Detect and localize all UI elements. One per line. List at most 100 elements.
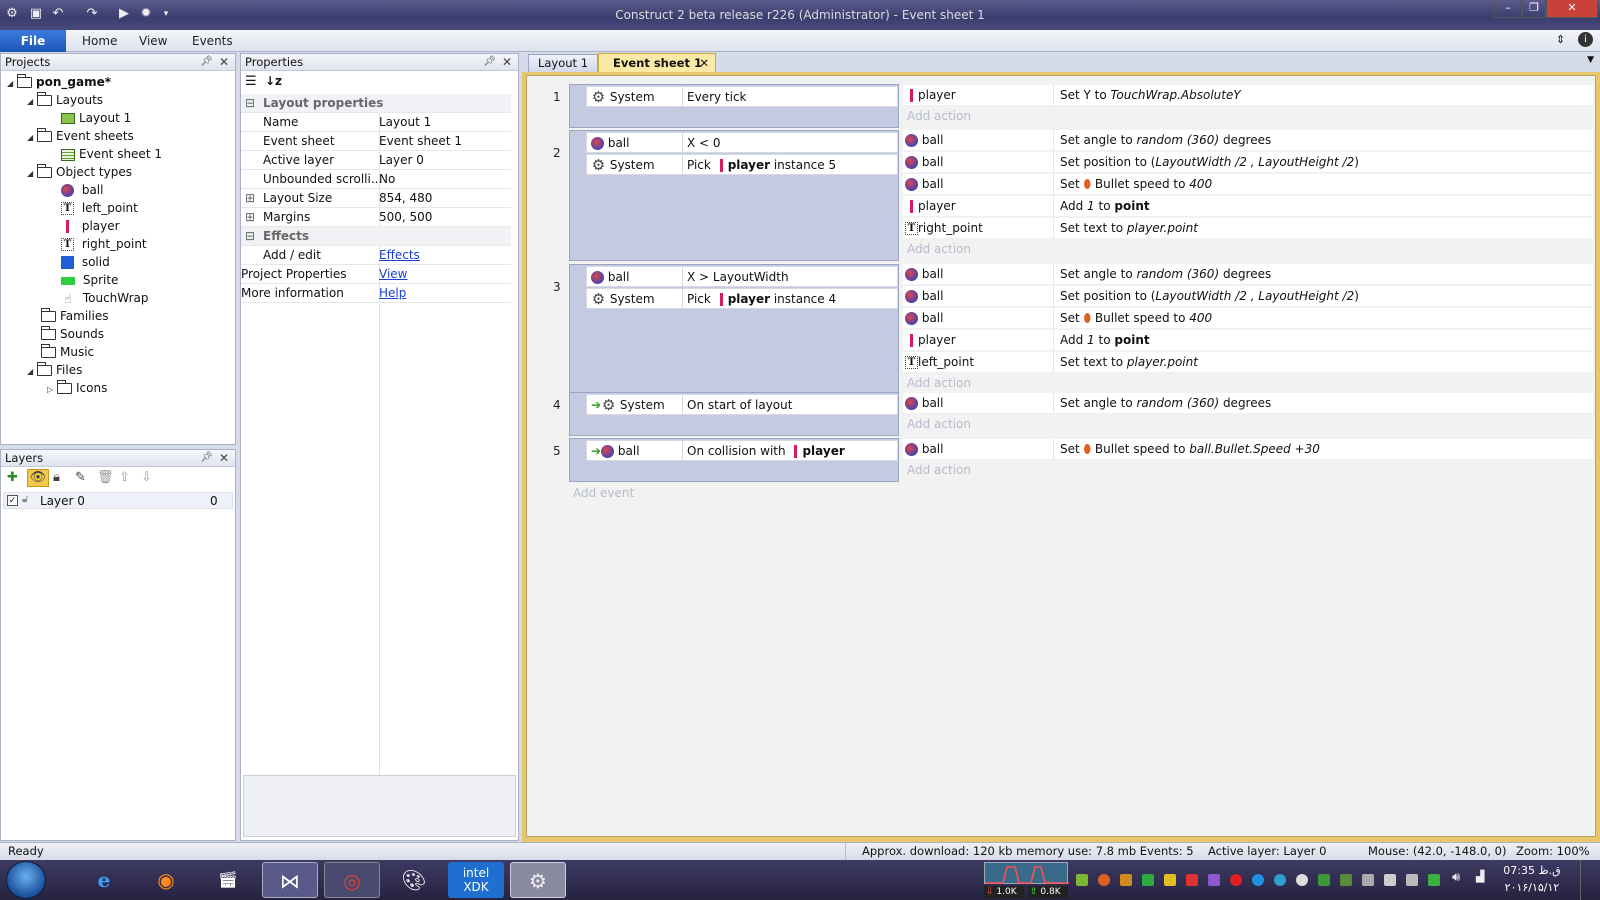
layer-row[interactable]: ✓ 🔓︎ Layer 0 0 <box>3 492 233 509</box>
volume-icon[interactable]: 🔊︎ <box>1452 870 1460 885</box>
prop-event-sheet[interactable]: Event sheet Event sheet 1 <box>241 132 511 151</box>
action-row[interactable]: ball Set position to (LayoutWidth /2 , La… <box>903 286 1593 307</box>
add-layer-icon[interactable]: ✚ <box>7 470 18 485</box>
sort-az-icon[interactable]: ↓z <box>265 74 282 88</box>
action-row[interactable]: ball Set ⬮ Bullet speed to 400 <box>903 174 1593 195</box>
tree-eventsheets[interactable]: ◢ Event sheets <box>27 127 134 145</box>
event-5-conditions[interactable]: ➔ ball On collision with player <box>569 438 899 482</box>
tree-icons[interactable]: ▷ Icons <box>47 379 107 397</box>
tray-icon[interactable] <box>1252 874 1264 886</box>
close-icon[interactable]: ✕ <box>502 54 512 70</box>
event-sheet[interactable]: 1 ⚙ System Every tick player Set Y to Tou… <box>526 75 1596 837</box>
tray-icon[interactable] <box>1098 874 1110 886</box>
event-1-conditions[interactable]: ⚙ System Every tick <box>569 84 899 128</box>
move-down-icon[interactable]: ⇩ <box>141 470 152 485</box>
clock-date[interactable]: ۲۰۱۶/۱۵/۱۲ <box>1500 881 1564 894</box>
start-button[interactable] <box>6 861 46 899</box>
action-row[interactable]: Tright_point Set text to player.point <box>903 218 1593 239</box>
prop-name[interactable]: Name Layout 1 <box>241 113 511 132</box>
tray-icon[interactable] <box>1318 874 1330 886</box>
effects-link[interactable]: Effects <box>379 246 420 264</box>
tree-layout1[interactable]: Layout 1 <box>61 109 131 127</box>
tree-object-solid[interactable]: solid <box>61 253 110 271</box>
add-event-link[interactable]: Add event <box>573 486 634 500</box>
chrome-icon[interactable]: ◎ <box>324 862 380 898</box>
tray-icon[interactable] <box>1340 874 1352 886</box>
close-button[interactable]: ✕ <box>1546 0 1598 18</box>
action-row[interactable]: player Add 1 to point <box>903 330 1593 351</box>
tree-object-left-point[interactable]: T left_point <box>61 199 138 217</box>
action-row[interactable]: ball Set ⬮ Bullet speed to ball.Bullet.Sp… <box>903 439 1593 460</box>
edit-icon[interactable]: ✎ <box>75 470 86 485</box>
clock-time[interactable]: 07:35 ق.ظ <box>1500 864 1564 877</box>
tree-music[interactable]: Music <box>41 343 94 361</box>
tab-event-sheet1[interactable]: Event sheet 1 ✕ <box>598 53 716 72</box>
view-link[interactable]: View <box>379 265 407 283</box>
condition-x-greater-layoutwidth[interactable]: ball X > LayoutWidth <box>586 266 898 287</box>
tree-files[interactable]: ◢ Files <box>27 361 82 379</box>
action-row[interactable]: player Set Y to TouchWrap.AbsoluteY <box>903 85 1593 106</box>
tree-object-right-point[interactable]: T right_point <box>61 235 147 253</box>
tray-icon[interactable] <box>1406 874 1418 886</box>
add-action-link[interactable]: Add action <box>907 463 971 477</box>
add-action-link[interactable]: Add action <box>907 376 971 390</box>
tree-object-player[interactable]: player <box>61 217 120 235</box>
event-4-conditions[interactable]: ➔⚙ System On start of layout <box>569 392 899 436</box>
tray-icon[interactable] <box>1164 874 1176 886</box>
action-row[interactable]: ball Set ⬮ Bullet speed to 400 <box>903 308 1593 329</box>
action-row[interactable]: Tleft_point Set text to player.point <box>903 352 1593 373</box>
layer-visible-checkbox[interactable]: ✓ <box>7 495 18 506</box>
tree-object-touchwrap[interactable]: ☝ TouchWrap <box>61 289 148 307</box>
tree-objecttypes[interactable]: ◢ Object types <box>27 163 132 181</box>
pin-icon[interactable]: 📌︎ <box>483 54 496 70</box>
file-tab[interactable]: File <box>0 30 66 52</box>
add-action-link[interactable]: Add action <box>907 109 971 123</box>
close-icon[interactable]: ✕ <box>219 54 229 70</box>
tab-layout1[interactable]: Layout 1 <box>528 54 598 72</box>
pin-icon[interactable]: 📌︎ <box>200 54 213 70</box>
action-row[interactable]: ball Set position to (LayoutWidth /2 , La… <box>903 152 1593 173</box>
tray-icon[interactable] <box>1274 874 1286 886</box>
event-3-conditions[interactable]: ball X > LayoutWidth ⚙ System Pick playe… <box>569 264 899 395</box>
condition-on-collision[interactable]: ➔ ball On collision with player <box>586 440 898 461</box>
tray-icon[interactable] <box>1230 874 1242 886</box>
help-icon[interactable]: i <box>1578 32 1593 47</box>
show-desktop-button[interactable] <box>1580 860 1600 900</box>
add-action-link[interactable]: Add action <box>907 242 971 256</box>
action-row[interactable]: ball Set angle to random (360) degrees <box>903 264 1593 285</box>
construct-gear-icon[interactable]: ⚙ <box>510 862 566 898</box>
condition-pick-player[interactable]: ⚙ System Pick player instance 5 <box>586 154 898 175</box>
tray-icon[interactable] <box>1428 874 1440 886</box>
visual-studio-icon[interactable]: ⋈ <box>262 862 318 898</box>
action-row[interactable]: ball Set angle to random (360) degrees <box>903 393 1593 414</box>
tree-eventsheet1[interactable]: Event sheet 1 <box>61 145 162 163</box>
tree-families[interactable]: Families <box>41 307 108 325</box>
prop-layout-size[interactable]: ⊞ Layout Size 854, 480 <box>241 189 511 208</box>
tray-icon[interactable] <box>1208 874 1220 886</box>
condition-on-start-of-layout[interactable]: ➔⚙ System On start of layout <box>586 394 898 415</box>
tab-list-dropdown-icon[interactable]: ▼ <box>1587 55 1594 65</box>
tree-object-sprite[interactable]: Sprite <box>61 271 118 289</box>
section-layout-properties[interactable]: ⊟ Layout properties <box>241 94 511 113</box>
tree-layouts[interactable]: ◢ Layouts <box>27 91 103 109</box>
categorized-icon[interactable]: ☰ <box>245 74 257 89</box>
tree-object-ball[interactable]: ball <box>61 181 103 199</box>
action-row[interactable]: ball Set angle to random (360) degrees <box>903 130 1593 151</box>
paint-icon[interactable]: 🎨︎ <box>386 862 442 898</box>
layer-lock-icon[interactable]: 🔓︎ <box>22 494 28 505</box>
condition-pick-player[interactable]: ⚙ System Pick player instance 4 <box>586 288 898 309</box>
tree-root[interactable]: ◢ pon_game* <box>7 73 111 91</box>
lock-icon[interactable]: 🔒︎ <box>53 470 60 485</box>
tab-home[interactable]: Home <box>82 34 117 48</box>
condition-every-tick[interactable]: ⚙ System Every tick <box>586 86 898 107</box>
ribbon-collapse-icon[interactable]: ⇕ <box>1556 33 1565 46</box>
firefox-icon[interactable]: ◉ <box>138 862 194 898</box>
prop-unbounded[interactable]: Unbounded scrolli... No <box>241 170 511 189</box>
tray-icon[interactable] <box>1362 874 1374 886</box>
tray-icon[interactable] <box>1120 874 1132 886</box>
add-action-link[interactable]: Add action <box>907 417 971 431</box>
maximize-button[interactable]: ❐ <box>1522 0 1546 18</box>
network-icon[interactable]: ▟ <box>1476 870 1484 883</box>
close-icon[interactable]: ✕ <box>219 450 229 466</box>
close-tab-icon[interactable]: ✕ <box>699 54 709 72</box>
